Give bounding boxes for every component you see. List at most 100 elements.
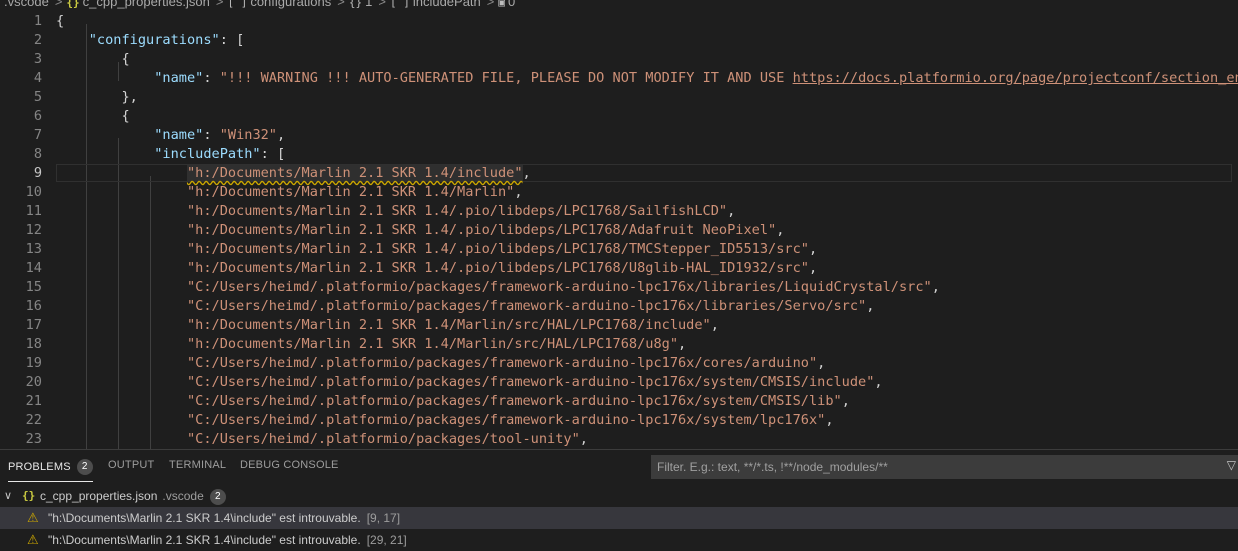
json-string: "h:/Documents/Marlin 2.1 SKR 1.4/include… — [186, 165, 523, 181]
filter-icon[interactable]: ▽ — [1227, 458, 1236, 472]
line-code[interactable]: "C:/Users/heimd/.platformio/packages/fra… — [56, 297, 874, 316]
code-editor[interactable]: 1{2 "configurations": [3 {4 "name": "!!!… — [0, 12, 1238, 449]
problem-position: [29, 21] — [366, 533, 407, 547]
code-line[interactable]: 11 "h:/Documents/Marlin 2.1 SKR 1.4/.pio… — [0, 202, 1238, 221]
problems-filter-input[interactable]: Filter. E.g.: text, **/*.ts, !**/node_mo… — [651, 455, 1238, 479]
json-string: "h:/Documents/Marlin 2.1 SKR 1.4/.pio/li… — [186, 222, 777, 238]
line-code[interactable]: "C:/Users/heimd/.platformio/packages/fra… — [56, 354, 825, 373]
code-line[interactable]: 20 "C:/Users/heimd/.platformio/packages/… — [0, 373, 1238, 392]
line-code[interactable]: "h:/Documents/Marlin 2.1 SKR 1.4/.pio/li… — [56, 259, 817, 278]
tab-terminal[interactable]: TERMINAL — [169, 459, 226, 471]
code-line[interactable]: 4 "name": "!!! WARNING !!! AUTO-GENERATE… — [0, 69, 1238, 88]
line-code[interactable]: "h:/Documents/Marlin 2.1 SKR 1.4/include… — [56, 164, 531, 183]
punctuation: , — [808, 260, 818, 276]
line-number: 9 — [33, 165, 42, 181]
breadcrumb-item-zero[interactable]: 0 — [508, 0, 515, 9]
code-line[interactable]: 1{ — [0, 12, 1238, 31]
problems-count-badge: 2 — [76, 459, 93, 475]
punctuation: , — [727, 203, 736, 219]
line-code[interactable]: "C:/Users/heimd/.platformio/packages/fra… — [56, 278, 940, 297]
line-number: 21 — [25, 393, 42, 409]
code-line[interactable]: 5 }, — [0, 88, 1238, 107]
punctuation: , — [931, 279, 940, 295]
line-number: 10 — [25, 184, 42, 200]
problem-item[interactable]: ⚠ "h:\Documents\Marlin 2.1 SKR 1.4\inclu… — [0, 529, 1238, 551]
code-line[interactable]: 2 "configurations": [ — [0, 31, 1238, 50]
line-code[interactable]: "C:/Users/heimd/.platformio/packages/fra… — [56, 392, 850, 411]
line-code[interactable]: "includePath": [ — [56, 145, 285, 164]
line-code[interactable]: "h:/Documents/Marlin 2.1 SKR 1.4/.pio/li… — [56, 221, 784, 240]
punctuation: , — [866, 298, 875, 314]
chevron-down-icon[interactable]: ∨ — [4, 485, 12, 507]
line-code[interactable]: "name": "!!! WARNING !!! AUTO-GENERATED … — [56, 69, 1238, 88]
line-code[interactable]: "h:/Documents/Marlin 2.1 SKR 1.4/.pio/li… — [56, 240, 817, 259]
code-line[interactable]: 3 { — [0, 50, 1238, 69]
line-code[interactable]: "C:/Users/heimd/.platformio/packages/fra… — [56, 373, 883, 392]
code-line[interactable]: 7 "name": "Win32", — [0, 126, 1238, 145]
problems-file-group[interactable]: ∨ {} c_cpp_properties.json .vscode 2 — [0, 485, 1238, 507]
line-code[interactable]: { — [56, 12, 64, 31]
breadcrumb-item-index[interactable]: 1 — [365, 0, 372, 9]
tab-label: PROBLEMS — [8, 461, 71, 473]
code-line[interactable]: 17 "h:/Documents/Marlin 2.1 SKR 1.4/Marl… — [0, 316, 1238, 335]
line-code[interactable]: "h:/Documents/Marlin 2.1 SKR 1.4/Marlin/… — [56, 316, 719, 335]
json-string: "C:/Users/heimd/.platformio/packages/fra… — [186, 279, 932, 295]
warning-icon: ⚠ — [27, 532, 39, 547]
breadcrumb-item-file[interactable]: c_cpp_properties.json — [83, 0, 210, 9]
problem-message: "h:\Documents\Marlin 2.1 SKR 1.4\include… — [48, 533, 361, 547]
breadcrumb-item-includepath[interactable]: includePath — [413, 0, 481, 9]
code-line[interactable]: 18 "h:/Documents/Marlin 2.1 SKR 1.4/Marl… — [0, 335, 1238, 354]
line-code[interactable]: { — [56, 107, 129, 126]
code-line[interactable]: 13 "h:/Documents/Marlin 2.1 SKR 1.4/.pio… — [0, 240, 1238, 259]
code-line[interactable]: 9 "h:/Documents/Marlin 2.1 SKR 1.4/inclu… — [0, 164, 1238, 183]
line-number: 19 — [25, 355, 42, 371]
line-code[interactable]: "name": "Win32", — [56, 126, 285, 145]
tab-debug-console[interactable]: DEBUG CONSOLE — [240, 459, 339, 471]
code-line[interactable]: 14 "h:/Documents/Marlin 2.1 SKR 1.4/.pio… — [0, 259, 1238, 278]
code-line[interactable]: 21 "C:/Users/heimd/.platformio/packages/… — [0, 392, 1238, 411]
punctuation: }, — [56, 89, 138, 105]
line-code[interactable]: "C:/Users/heimd/.platformio/packages/too… — [56, 430, 588, 449]
line-number: 13 — [25, 241, 42, 257]
punctuation: , — [825, 412, 834, 428]
punctuation — [56, 184, 187, 200]
line-code[interactable]: "h:/Documents/Marlin 2.1 SKR 1.4/Marlin/… — [56, 335, 686, 354]
breadcrumb-item-folder[interactable]: .vscode — [4, 0, 49, 9]
array-icon: [ ] — [389, 0, 410, 9]
code-line[interactable]: 23 "C:/Users/heimd/.platformio/packages/… — [0, 430, 1238, 449]
code-line[interactable]: 6 { — [0, 107, 1238, 126]
punctuation: , — [678, 336, 687, 352]
code-line[interactable]: 19 "C:/Users/heimd/.platformio/packages/… — [0, 354, 1238, 373]
json-string[interactable]: https://docs.platformio.org/page/project… — [793, 70, 1238, 86]
breadcrumb-separator: > — [378, 0, 386, 9]
problem-message: "h:\Documents\Marlin 2.1 SKR 1.4\include… — [48, 511, 361, 525]
punctuation: , — [817, 355, 826, 371]
line-code[interactable]: "h:/Documents/Marlin 2.1 SKR 1.4/Marlin"… — [56, 183, 523, 202]
line-code[interactable]: "C:/Users/heimd/.platformio/packages/fra… — [56, 411, 834, 430]
tab-output[interactable]: OUTPUT — [108, 459, 154, 471]
line-code[interactable]: "h:/Documents/Marlin 2.1 SKR 1.4/.pio/li… — [56, 202, 735, 221]
line-code[interactable]: { — [56, 50, 129, 69]
punctuation: , — [841, 393, 850, 409]
punctuation — [56, 336, 187, 352]
json-key: "name" — [154, 70, 204, 86]
code-line[interactable]: 15 "C:/Users/heimd/.platformio/packages/… — [0, 278, 1238, 297]
code-line[interactable]: 10 "h:/Documents/Marlin 2.1 SKR 1.4/Marl… — [0, 183, 1238, 202]
code-line[interactable]: 12 "h:/Documents/Marlin 2.1 SKR 1.4/.pio… — [0, 221, 1238, 240]
breadcrumb-item-configurations[interactable]: configurations — [250, 0, 331, 9]
punctuation — [56, 393, 187, 409]
punctuation: : [ — [260, 146, 286, 162]
line-number: 7 — [33, 127, 42, 143]
code-line[interactable]: 8 "includePath": [ — [0, 145, 1238, 164]
line-code[interactable]: "configurations": [ — [56, 31, 245, 50]
code-line[interactable]: 16 "C:/Users/heimd/.platformio/packages/… — [0, 297, 1238, 316]
problem-item[interactable]: ⚠ "h:\Documents\Marlin 2.1 SKR 1.4\inclu… — [0, 507, 1238, 529]
tab-problems[interactable]: PROBLEMS 2 — [8, 459, 93, 482]
line-number: 15 — [25, 279, 42, 295]
line-code[interactable]: }, — [56, 88, 138, 107]
code-line[interactable]: 22 "C:/Users/heimd/.platformio/packages/… — [0, 411, 1238, 430]
line-number: 12 — [25, 222, 42, 238]
json-key: "name" — [154, 127, 204, 143]
punctuation — [56, 279, 187, 295]
json-string: "!!! WARNING !!! AUTO-GENERATED FILE, PL… — [219, 70, 793, 86]
